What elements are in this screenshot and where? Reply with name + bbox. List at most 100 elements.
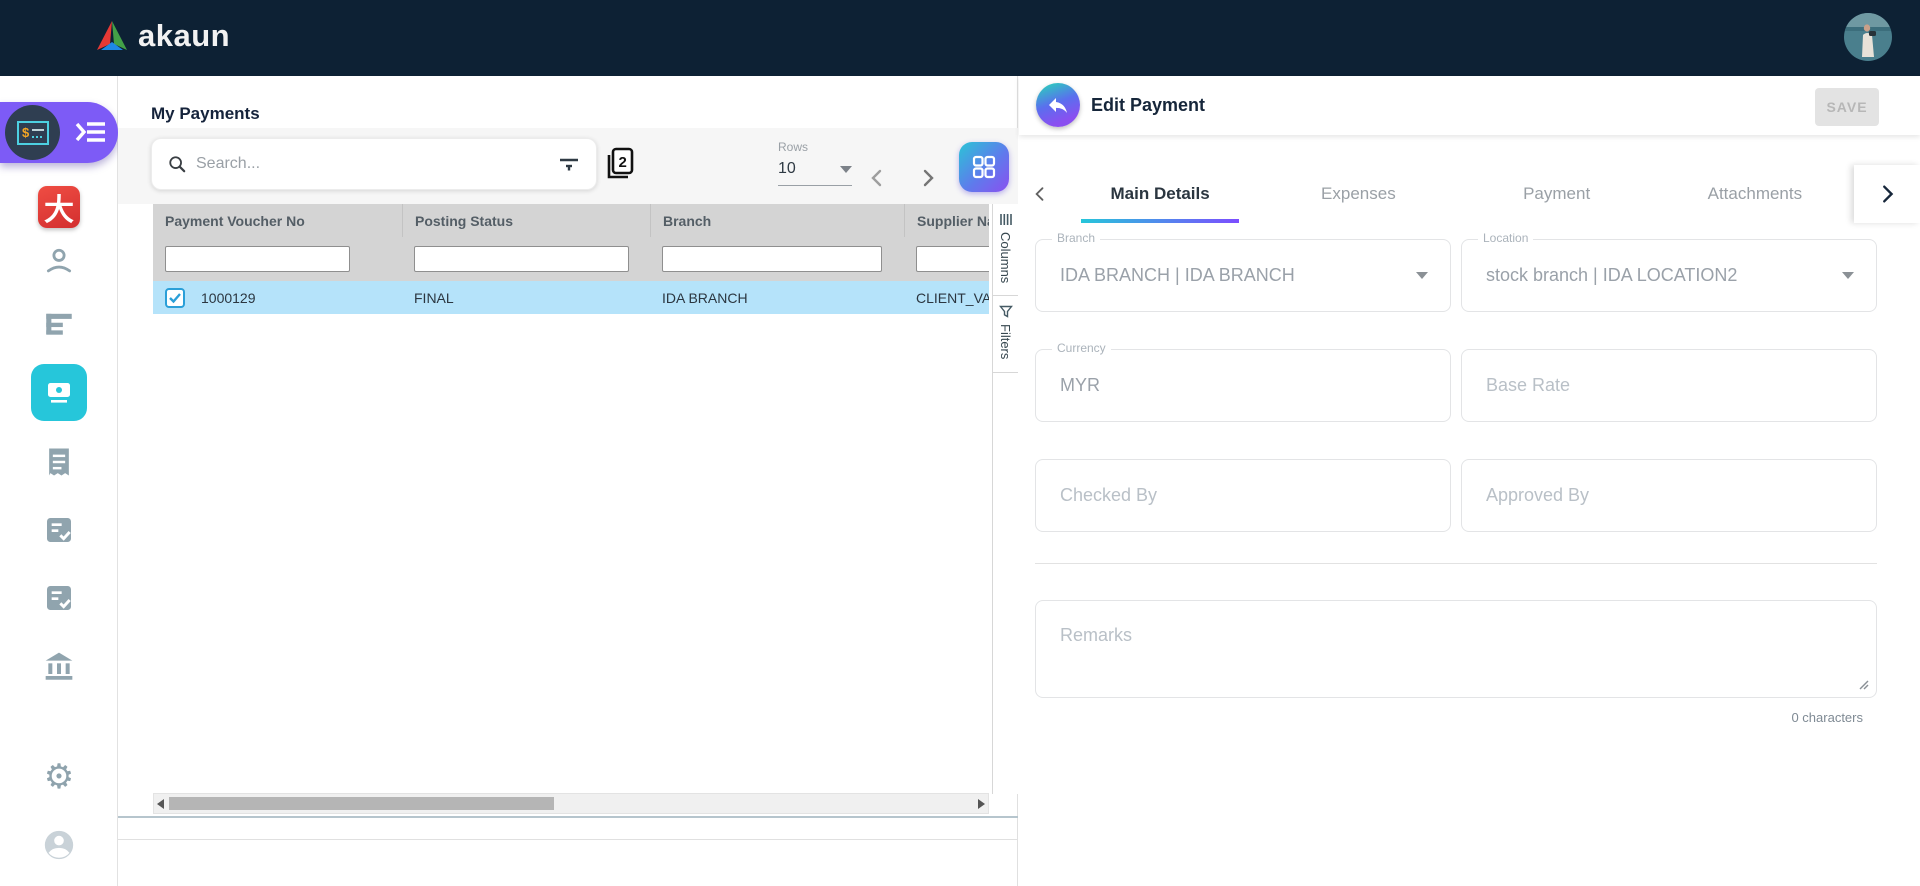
- filter-input-supplier-name[interactable]: [916, 246, 989, 272]
- akaun-logo: akaun: [94, 18, 230, 54]
- table-tools-strip: Columns Filters: [992, 204, 1018, 794]
- svg-text:$: $: [22, 125, 30, 140]
- bank-icon: [43, 650, 75, 682]
- base-rate-input[interactable]: [1462, 350, 1876, 421]
- search-input[interactable]: [196, 155, 548, 173]
- scroll-right-arrow[interactable]: [978, 799, 985, 809]
- previous-page-button[interactable]: [865, 166, 889, 190]
- sidebar-item-bank[interactable]: [0, 650, 118, 682]
- scrollbar-thumb[interactable]: [169, 797, 554, 810]
- ledger-icon: [43, 310, 75, 338]
- expand-menu-icon[interactable]: [74, 119, 108, 145]
- tabs-scroll-right[interactable]: [1854, 165, 1920, 223]
- filter-input-posting-status[interactable]: [414, 246, 629, 272]
- scroll-left-arrow[interactable]: [157, 799, 164, 809]
- filter-input-payment-voucher-no[interactable]: [165, 246, 350, 272]
- cheque-module-button[interactable]: $: [5, 105, 60, 160]
- chevron-down-icon: [1842, 272, 1854, 279]
- next-page-button[interactable]: [916, 166, 940, 190]
- currency-field[interactable]: Currency MYR: [1035, 349, 1451, 422]
- branch-value: IDA BRANCH | IDA BRANCH: [1060, 240, 1295, 311]
- back-arrow-icon: [1046, 93, 1070, 117]
- my-payments-panel: My Payments 2 Rows 10: [118, 76, 1018, 886]
- edit-payment-panel: Edit Payment SAVE Main Details Expenses …: [1019, 76, 1920, 886]
- sidebar-item-payment-voucher[interactable]: [0, 364, 118, 421]
- sidebar-item-approval-list[interactable]: [0, 514, 118, 546]
- table-filter-row: [153, 237, 989, 281]
- column-header-payment-voucher-no[interactable]: Payment Voucher No: [153, 204, 402, 237]
- sidebar-item-profile[interactable]: [0, 828, 118, 862]
- columns-label: Columns: [998, 232, 1013, 295]
- save-button[interactable]: SAVE: [1815, 88, 1879, 126]
- back-button[interactable]: [1036, 83, 1080, 127]
- table-row[interactable]: 1000129 FINAL IDA BRANCH CLIENT_VAL: [153, 281, 989, 314]
- topbar: akaun: [0, 0, 1920, 76]
- chevron-down-icon: [840, 166, 852, 173]
- filters-label: Filters: [998, 324, 1013, 371]
- branch-select[interactable]: Branch IDA BRANCH | IDA BRANCH: [1035, 239, 1451, 312]
- detail-header: Edit Payment SAVE: [1019, 76, 1920, 135]
- sidebar-item-red-app[interactable]: 大: [0, 186, 118, 228]
- checked-by-field: [1035, 459, 1451, 532]
- app-window: akaun $: [0, 0, 1920, 886]
- rows-per-page-select[interactable]: Rows 10: [778, 140, 852, 186]
- cell-posting-status: FINAL: [402, 281, 650, 314]
- avatar-photo: [1844, 13, 1892, 61]
- column-header-branch[interactable]: Branch: [650, 204, 904, 237]
- rows-label: Rows: [778, 140, 852, 154]
- sidebar-item-ledger[interactable]: [0, 310, 118, 338]
- logo-text: akaun: [138, 18, 230, 54]
- columns-icon: [999, 213, 1013, 226]
- profile-icon: [42, 828, 76, 862]
- user-avatar[interactable]: [1844, 13, 1892, 61]
- active-module-pill[interactable]: $: [0, 102, 118, 163]
- location-value: stock branch | IDA LOCATION2: [1486, 240, 1737, 311]
- cheque-icon: $: [16, 120, 50, 146]
- sidebar: $ 大: [0, 76, 118, 886]
- tab-expenses[interactable]: Expenses: [1259, 165, 1457, 223]
- gear-icon: ⚙: [44, 760, 74, 794]
- approved-by-input[interactable]: [1462, 460, 1876, 531]
- receipt-icon: [44, 446, 74, 478]
- cell-supplier-name: CLIENT_VAL: [904, 281, 989, 314]
- tab-list: Main Details Expenses Payment Attachment…: [1061, 165, 1854, 223]
- sidebar-item-approval-list-2[interactable]: [0, 582, 118, 614]
- sidebar-item-receipt[interactable]: [0, 446, 118, 478]
- task-check-icon: [43, 582, 75, 614]
- payment-voucher-active-icon: [31, 364, 87, 421]
- grid-view-button[interactable]: [959, 142, 1009, 192]
- person-icon: [42, 244, 76, 278]
- search-icon: [168, 155, 186, 173]
- filter-input-branch[interactable]: [662, 246, 882, 272]
- base-rate-field: [1461, 349, 1877, 422]
- columns-toggle[interactable]: Columns: [993, 204, 1018, 296]
- main-details-form: Branch IDA BRANCH | IDA BRANCH Location …: [1019, 223, 1920, 886]
- tab-attachments[interactable]: Attachments: [1656, 165, 1854, 223]
- form-divider: [1035, 563, 1877, 564]
- table-bottom-border: [118, 816, 1018, 818]
- grid-icon: [971, 154, 997, 180]
- sidebar-item-settings[interactable]: ⚙: [0, 760, 118, 794]
- approved-by-field: [1461, 459, 1877, 532]
- checked-by-input[interactable]: [1036, 460, 1450, 531]
- row-checkbox[interactable]: [165, 288, 185, 308]
- remarks-textarea[interactable]: [1035, 600, 1877, 698]
- sidebar-item-contacts[interactable]: [0, 244, 118, 278]
- filter-icon[interactable]: [558, 155, 580, 173]
- cell-voucher-no: 1000129: [201, 290, 256, 306]
- location-select[interactable]: Location stock branch | IDA LOCATION2: [1461, 239, 1877, 312]
- column-header-supplier-name[interactable]: Supplier Na: [904, 204, 989, 237]
- svg-text:2: 2: [619, 154, 627, 171]
- select-underline: [778, 185, 852, 186]
- filters-toggle[interactable]: Filters: [993, 296, 1018, 372]
- tabs-scroll-left[interactable]: [1019, 184, 1061, 204]
- chevron-down-icon: [1416, 272, 1428, 279]
- tab-main-details[interactable]: Main Details: [1061, 165, 1259, 223]
- horizontal-scrollbar[interactable]: [153, 793, 989, 814]
- character-count: 0 characters: [1791, 710, 1863, 725]
- akaun-logo-icon: [94, 19, 130, 53]
- tab-payment[interactable]: Payment: [1458, 165, 1656, 223]
- column-header-posting-status[interactable]: Posting Status: [402, 204, 650, 237]
- task-check-icon: [43, 514, 75, 546]
- duplicate-pages-icon[interactable]: 2: [604, 146, 636, 180]
